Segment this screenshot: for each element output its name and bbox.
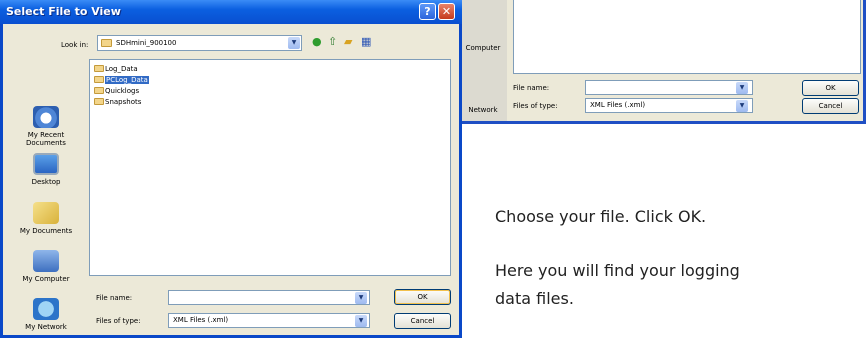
files-of-type-value: XML Files (.xml) [173, 316, 229, 324]
background-cancel-button[interactable]: Cancel [802, 98, 859, 114]
background-places-bar: Computer Network [459, 0, 507, 121]
background-place-computer[interactable]: Computer [459, 44, 507, 52]
file-list[interactable]: Log_Data PCLog_Data Quicklogs Snapshots [89, 59, 451, 276]
background-file-list[interactable] [513, 0, 861, 74]
dialog-title: Select File to View [6, 5, 121, 18]
dialog-body: Look in: SDHmini_900100 ▼ ● ⇧ ▰ ▦ My Rec… [3, 24, 459, 335]
background-ok-button[interactable]: OK [802, 80, 859, 96]
folder-name: Quicklogs [105, 87, 140, 95]
place-label: Desktop [31, 178, 61, 186]
my-computer-icon [33, 250, 59, 272]
folder-icon [94, 76, 104, 83]
background-file-dialog: Computer Network File name: ▼ Files of t… [456, 0, 866, 124]
instruction-choose-file: Choose your file. Click OK. [495, 207, 707, 226]
file-name-label: File name: [96, 294, 133, 302]
place-my-network[interactable]: My Network [9, 298, 83, 331]
up-folder-icon[interactable]: ⇧ [328, 36, 337, 48]
folder-icon [94, 65, 104, 72]
files-of-type-label: Files of type: [96, 317, 141, 325]
look-in-select[interactable]: SDHmini_900100 ▼ [97, 35, 302, 51]
folder-name: PCLog_Data [105, 76, 149, 84]
files-of-type-dropdown-arrow[interactable]: ▼ [355, 315, 367, 327]
folder-icon [94, 87, 104, 94]
background-files-of-type-value: XML Files (.xml) [590, 101, 646, 109]
look-in-value: SDHmini_900100 [116, 39, 177, 47]
chevron-down-icon[interactable]: ▼ [288, 37, 300, 49]
file-name-dropdown-arrow[interactable]: ▼ [355, 292, 367, 304]
select-file-dialog: Select File to View ? ✕ Look in: SDHmini… [0, 0, 462, 338]
places-bar: My Recent Documents Desktop My Documents… [9, 58, 83, 331]
place-label: My Network [25, 323, 67, 331]
title-bar[interactable]: Select File to View ? ✕ [0, 0, 462, 24]
folder-name: Log_Data [105, 65, 138, 73]
new-folder-icon[interactable]: ▰ [344, 36, 352, 48]
instruction-logging-line1: Here you will find your logging [495, 261, 740, 280]
list-item-selected[interactable]: PCLog_Data [94, 75, 149, 86]
my-documents-icon [33, 202, 59, 224]
folder-name: Snapshots [105, 98, 142, 106]
place-my-documents[interactable]: My Documents [9, 202, 83, 235]
folder-icon [101, 39, 112, 47]
background-file-name-label: File name: [513, 84, 550, 92]
views-menu-icon[interactable]: ▦ [361, 36, 371, 48]
look-in-label: Look in: [61, 41, 89, 49]
place-my-recent-documents[interactable]: My Recent Documents [9, 106, 83, 147]
list-item[interactable]: Snapshots [94, 97, 141, 108]
place-my-computer[interactable]: My Computer [9, 250, 83, 283]
file-name-input[interactable] [168, 290, 370, 305]
place-label: My Documents [19, 227, 73, 235]
background-place-network[interactable]: Network [459, 106, 507, 114]
background-files-of-type-label: Files of type: [513, 102, 558, 110]
desktop-icon [33, 153, 59, 175]
instruction-logging-line2: data files. [495, 289, 574, 308]
help-button[interactable]: ? [419, 3, 436, 20]
background-files-of-type-select[interactable]: XML Files (.xml) [585, 98, 753, 113]
folder-icon [94, 98, 104, 105]
background-dialog-body: Computer Network File name: ▼ Files of t… [459, 0, 863, 121]
background-file-name-dropdown-arrow[interactable]: ▼ [736, 82, 748, 94]
files-of-type-select[interactable]: XML Files (.xml) [168, 313, 370, 328]
cancel-button[interactable]: Cancel [394, 313, 451, 329]
list-item[interactable]: Quicklogs [94, 86, 139, 97]
background-file-name-input[interactable] [585, 80, 753, 95]
my-network-icon [33, 298, 59, 320]
close-button[interactable]: ✕ [438, 3, 455, 20]
ok-button[interactable]: OK [394, 289, 451, 305]
back-icon[interactable]: ● [312, 36, 322, 48]
background-files-of-type-dropdown-arrow[interactable]: ▼ [736, 100, 748, 112]
place-label: My Recent Documents [26, 131, 66, 147]
place-label: My Computer [22, 275, 70, 283]
list-item[interactable]: Log_Data [94, 64, 138, 75]
recent-documents-icon [33, 106, 59, 128]
place-desktop[interactable]: Desktop [9, 153, 83, 186]
